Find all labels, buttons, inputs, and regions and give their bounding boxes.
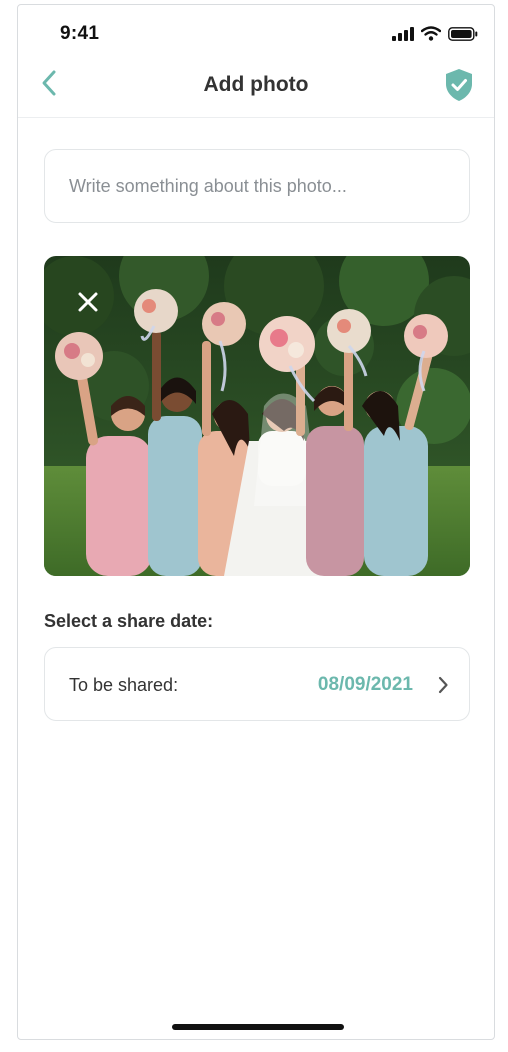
share-date-value: 08/09/2021 — [317, 674, 413, 695]
page-title: Add photo — [203, 73, 309, 96]
nav-bar: Add photo — [18, 55, 494, 118]
shield-check-button[interactable] — [444, 68, 474, 102]
status-icons — [392, 26, 478, 46]
shield-check-icon — [444, 69, 474, 106]
signal-icon — [392, 26, 414, 46]
battery-icon — [448, 26, 478, 46]
chevron-right-icon — [437, 676, 449, 699]
caption-input[interactable] — [44, 149, 470, 223]
share-date-heading: Select a share date: — [44, 611, 214, 631]
share-date-label: To be shared: — [69, 675, 179, 695]
remove-photo-button[interactable] — [74, 288, 102, 316]
selected-photo — [44, 256, 470, 576]
share-date-selector[interactable]: To be shared: 08/09/2021 — [44, 647, 470, 721]
home-indicator — [172, 1024, 344, 1030]
app-screen: 9:41 Add photo Write something about thi… — [17, 4, 495, 1040]
close-icon — [74, 288, 102, 316]
status-time: 9:41 — [60, 23, 100, 44]
wifi-icon — [420, 26, 442, 46]
photo-image — [44, 256, 470, 576]
